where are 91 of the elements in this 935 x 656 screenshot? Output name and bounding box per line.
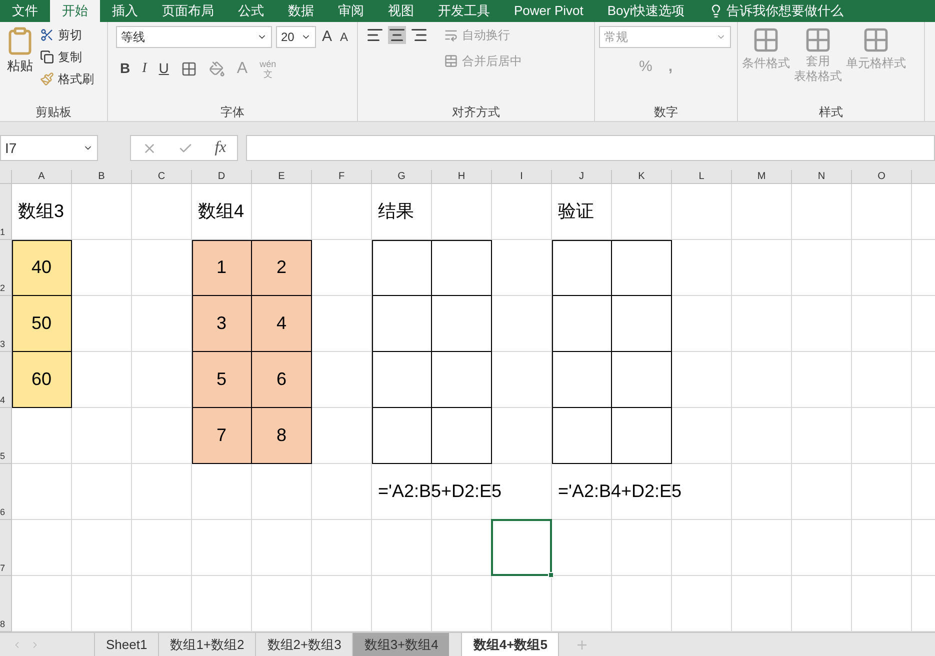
column-header[interactable]: L [672,170,732,184]
column-header[interactable]: F [312,170,372,184]
table-cell[interactable]: 60 [12,352,72,408]
cell-text: 4 [276,312,286,335]
ribbon-tab[interactable]: 数据 [276,0,326,22]
ribbon-tab[interactable]: 视图 [376,0,426,22]
cell-text: 数组3 [18,200,64,223]
sheet-tab[interactable]: Sheet1 [94,633,158,656]
insert-function-button[interactable]: fx [214,136,226,160]
font-size-dropdown[interactable]: 20 [276,26,316,48]
table-cell[interactable]: 3 [192,296,252,352]
cell-text: ='A2:B4+D2:E5 [558,480,682,503]
underline-button[interactable]: U [158,58,169,79]
column-header[interactable]: D [192,170,252,184]
table-cell[interactable]: 数组3 [12,184,72,240]
italic-button[interactable]: I [142,58,147,79]
column-header[interactable]: J [552,170,612,184]
cell-text: 结果 [378,200,414,223]
sheet-tab[interactable]: 数组3+数组4 [352,633,450,656]
column-header[interactable]: N [792,170,852,184]
ribbon-tab[interactable]: Power Pivot [502,0,596,22]
paste-button[interactable]: 粘贴 [4,26,36,103]
table-cell[interactable]: 1 [192,240,252,296]
font-name-dropdown[interactable]: 等线 [116,26,272,48]
table-cell[interactable]: 验证 [552,184,612,240]
bold-button[interactable]: B [120,58,130,79]
cell-text: 7 [216,424,226,447]
column-header[interactable]: E [252,170,312,184]
cell-text: 数组4 [198,200,244,223]
table-cell[interactable]: 5 [192,352,252,408]
column-header[interactable]: O [852,170,912,184]
row-header[interactable]: 8 [0,576,12,632]
column-header[interactable]: B [72,170,132,184]
row-header[interactable]: 1 [0,184,12,240]
column-header[interactable]: K [612,170,672,184]
group-label: 字体 [220,104,246,121]
table-cell[interactable]: 结果 [372,184,432,240]
grow-font-button[interactable]: A [320,26,334,48]
group-label: 样式 [818,104,844,121]
group-label: 对齐方式 [451,104,501,121]
row-header[interactable]: 6 [0,464,12,520]
table-cell[interactable]: 50 [12,296,72,352]
column-header[interactable]: I [492,170,552,184]
cell-text: 40 [31,256,52,279]
ribbon-tab[interactable]: 公式 [226,0,276,22]
tell-me-search[interactable]: 告诉我你想要做什么 [726,1,844,21]
cell-text: ='A2:B5+D2:E5 [378,480,502,503]
cell-text: 6 [276,368,286,391]
name-box[interactable]: I7 [0,135,98,161]
column-header[interactable]: C [132,170,192,184]
group-label: 数字 [653,104,679,121]
ribbon-tab[interactable]: 文件 [0,0,50,22]
cell-text: 60 [31,368,52,391]
table-cell[interactable]: 4 [252,296,312,352]
table-cell[interactable]: 40 [12,240,72,296]
table-cell[interactable]: 2 [252,240,312,296]
column-header[interactable]: G [372,170,432,184]
copy-button[interactable]: 复制 [40,48,94,66]
cell-text: 1 [216,256,226,279]
ribbon-tab[interactable]: 审阅 [326,0,376,22]
ribbon-tab[interactable]: 页面布局 [150,0,226,22]
row-header[interactable]: 7 [0,520,12,576]
row-header[interactable]: 3 [0,296,12,352]
table-cell[interactable]: ='A2:B4+D2:E5 [552,464,732,520]
cell-text: 2 [276,256,286,279]
cell-text: 3 [216,312,226,335]
table-cell[interactable]: 6 [252,352,312,408]
sheet-tab[interactable]: 数组1+数组2 [158,633,256,656]
table-cell[interactable]: 8 [252,408,312,464]
table-cell[interactable]: ='A2:B5+D2:E5 [372,464,552,520]
cell-text: 8 [276,424,286,447]
shrink-font-button[interactable]: A [338,28,350,46]
column-header[interactable]: H [432,170,492,184]
column-header[interactable]: M [732,170,792,184]
ribbon-tab[interactable]: 插入 [100,0,150,22]
cell-text: 50 [31,312,52,335]
ribbon-tab[interactable]: 开发工具 [426,0,502,22]
cut-button[interactable]: 剪切 [40,26,94,44]
table-cell[interactable]: 7 [192,408,252,464]
row-header[interactable]: 5 [0,408,12,464]
group-label: 剪贴板 [34,104,72,121]
table-cell[interactable]: 数组4 [192,184,252,240]
sheet-tab[interactable]: 数组4+数组5 [461,633,558,656]
row-header[interactable]: 2 [0,240,12,296]
column-header[interactable]: A [12,170,72,184]
row-header[interactable]: 4 [0,352,12,408]
format-painter-button[interactable]: 格式刷 [40,70,94,88]
ribbon-tab[interactable]: 开始 [50,0,100,22]
cell-text: 5 [216,368,226,391]
ribbon-tab[interactable]: Boyi快速选项 [595,0,697,22]
cell-text: 验证 [558,200,594,223]
